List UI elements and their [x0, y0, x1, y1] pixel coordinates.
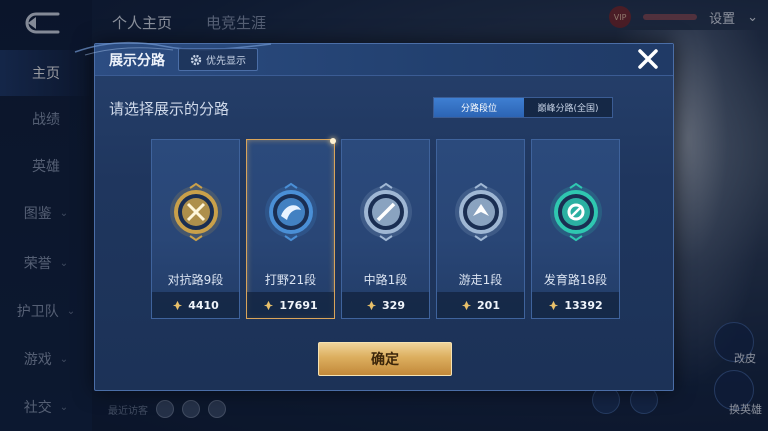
- lane-score-value: 4410: [188, 298, 219, 312]
- toggle-lane-rank[interactable]: 分路段位: [434, 98, 524, 117]
- farm-lane-emblem-icon: [546, 182, 606, 242]
- close-icon[interactable]: [635, 46, 661, 72]
- lane-rank-label: 游走1段: [458, 273, 503, 287]
- score-icon: [461, 300, 472, 310]
- lane-score: 13392: [532, 292, 619, 318]
- lane-score: 4410: [152, 292, 239, 318]
- priority-display-button[interactable]: 优先显示: [178, 48, 258, 71]
- mid-lane-emblem-icon: [356, 182, 416, 242]
- priority-display-label: 优先显示: [206, 56, 246, 67]
- gear-icon: [190, 54, 202, 65]
- lane-card[interactable]: 中路1段 329: [341, 139, 430, 319]
- lane-rank-label: 发育路18段: [543, 273, 608, 287]
- lane-score-value: 329: [382, 298, 405, 312]
- lane-score-value: 17691: [279, 298, 318, 312]
- selection-glow: [330, 138, 336, 144]
- lane-score: 329: [342, 292, 429, 318]
- lane-card[interactable]: 发育路18段 13392: [531, 139, 620, 319]
- lane-cards: 对抗路9段 4410 打野21段 17691 中路1段 329 游走1段 201 发育路18段 1…: [151, 138, 620, 319]
- lane-score: 201: [437, 292, 524, 318]
- lane-score-value: 13392: [564, 298, 603, 312]
- score-icon: [366, 300, 377, 310]
- lane-card[interactable]: 打野21段 17691: [246, 138, 336, 319]
- lane-mode-toggle: 分路段位 巅峰分路(全国): [433, 97, 613, 118]
- lane-card[interactable]: 游走1段 201: [436, 139, 525, 319]
- clash-lane-emblem-icon: [166, 182, 226, 242]
- toggle-peak-lane[interactable]: 巅峰分路(全国): [524, 98, 612, 117]
- lane-score: 17691: [247, 292, 334, 318]
- confirm-button[interactable]: 确定: [318, 342, 452, 376]
- dialog-header: 展示分路 优先显示: [74, 41, 673, 76]
- lane-display-dialog: 展示分路 优先显示 请选择展示的分路 分路段位 巅峰分路(全国) 对抗路9段 44…: [74, 41, 674, 391]
- score-icon: [173, 300, 183, 310]
- score-icon: [264, 300, 274, 310]
- dialog-title: 展示分路: [109, 53, 165, 69]
- dialog-subtitle: 请选择展示的分路: [109, 100, 230, 118]
- lane-rank-label: 对抗路9段: [167, 273, 224, 287]
- roam-emblem-icon: [451, 182, 511, 242]
- lane-rank-label: 打野21段: [264, 273, 317, 287]
- lane-rank-label: 中路1段: [363, 273, 408, 287]
- lane-score-value: 201: [477, 298, 500, 312]
- score-icon: [549, 300, 559, 310]
- lane-card[interactable]: 对抗路9段 4410: [151, 139, 240, 319]
- jungle-emblem-icon: [261, 182, 321, 242]
